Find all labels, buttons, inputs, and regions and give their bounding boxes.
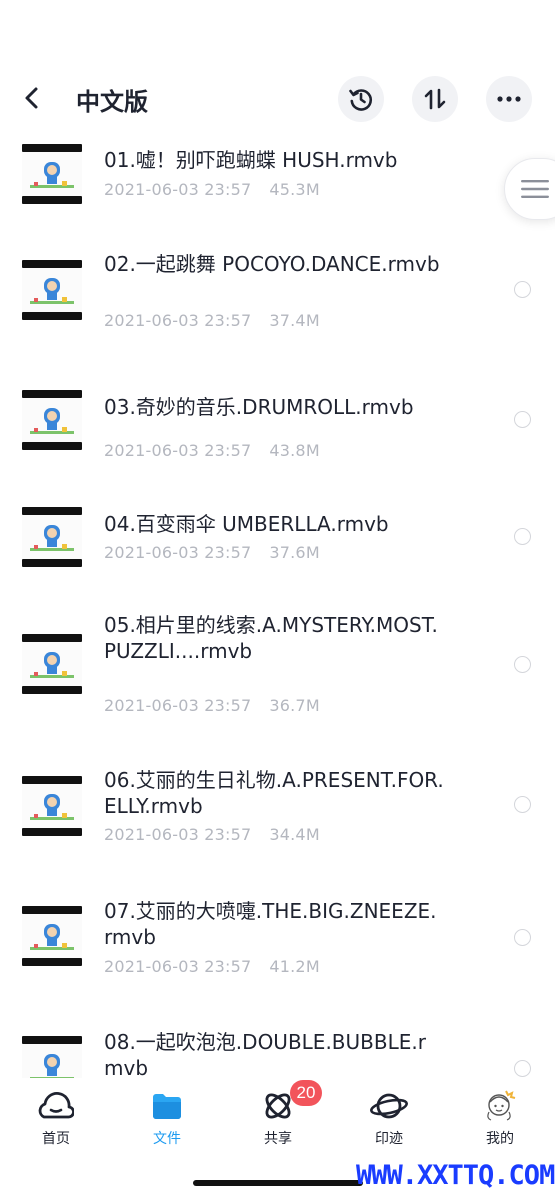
file-size: 34.4M (269, 825, 320, 844)
video-thumbnail (22, 144, 82, 204)
tab-label: 我的 (486, 1131, 514, 1147)
file-meta: 2021-06-03 23:57 34.4M (104, 825, 320, 844)
select-radio[interactable] (514, 411, 531, 428)
file-date: 2021-06-03 23:57 (104, 543, 252, 562)
back-button[interactable] (14, 80, 50, 116)
video-thumbnail (22, 906, 82, 966)
header-bar: 中文版 (0, 70, 555, 126)
file-meta: 2021-06-03 23:57 37.6M (104, 543, 320, 562)
video-thumbnail (22, 776, 82, 836)
file-date: 2021-06-03 23:57 (104, 441, 252, 460)
file-date: 2021-06-03 23:57 (104, 957, 252, 976)
home-indicator (193, 1180, 363, 1186)
menu-lines-icon (521, 180, 549, 198)
file-size: 36.7M (269, 696, 320, 715)
select-radio[interactable] (514, 656, 531, 673)
file-size: 43.8M (269, 441, 320, 460)
list-item[interactable]: 07.艾丽的大喷嚏.THE.BIG.ZNEEZE.rmvb 2021-06-03… (0, 896, 555, 1006)
history-icon (349, 89, 372, 111)
select-radio[interactable] (514, 929, 531, 946)
list-item[interactable]: 01.嘘！别吓跑蝴蝶 HUSH.rmvb 2021-06-03 23:57 45.… (0, 126, 555, 226)
list-item[interactable]: 08.一起吹泡泡.DOUBLE.BUBBLE.rmvb (0, 1028, 555, 1078)
tab-label: 文件 (153, 1131, 181, 1147)
list-item[interactable]: 06.艾丽的生日礼物.A.PRESENT.FOR.ELLY.rmvb 2021-… (0, 762, 555, 872)
page-title: 中文版 (76, 88, 148, 116)
file-date: 2021-06-03 23:57 (104, 311, 252, 330)
file-meta: 2021-06-03 23:57 37.4M (104, 311, 320, 330)
video-thumbnail (22, 390, 82, 450)
tab-me[interactable]: 我的 (460, 1078, 540, 1150)
list-item[interactable]: 05.相片里的线索.A.MYSTERY.MOST.PUZZLI....rmvb … (0, 606, 555, 736)
list-item[interactable]: 04.百变雨伞 UMBERLLA.rmvb 2021-06-03 23:57 37… (0, 491, 555, 601)
file-name: 06.艾丽的生日礼物.A.PRESENT.FOR.ELLY.rmvb (104, 768, 444, 818)
share-count-badge: 20 (290, 1080, 322, 1106)
planet-icon (369, 1088, 409, 1124)
folder-icon (147, 1088, 187, 1124)
home-cloud-icon (36, 1088, 76, 1124)
list-item[interactable]: 03.奇妙的音乐.DRUMROLL.rmvb 2021-06-03 23:57 4… (0, 374, 555, 494)
list-item[interactable]: 02.一起跳舞 POCOYO.DANCE.rmvb 2021-06-03 23:… (0, 244, 555, 364)
file-name: 08.一起吹泡泡.DOUBLE.BUBBLE.rmvb (104, 1030, 426, 1078)
tab-footprint[interactable]: 印迹 (349, 1078, 429, 1150)
file-size: 37.4M (269, 311, 320, 330)
file-meta: 2021-06-03 23:57 36.7M (104, 696, 320, 715)
file-size: 45.3M (269, 180, 320, 199)
video-thumbnail (22, 1036, 82, 1078)
avatar-icon (480, 1088, 520, 1124)
video-thumbnail (22, 260, 82, 320)
file-size: 41.2M (269, 957, 320, 976)
file-date: 2021-06-03 23:57 (104, 825, 252, 844)
tab-label: 印迹 (375, 1131, 403, 1147)
file-meta: 2021-06-03 23:57 45.3M (104, 180, 320, 199)
watermark: WWW.XXTTQ.COM (356, 1160, 555, 1191)
file-name: 01.嘘！别吓跑蝴蝶 HUSH.rmvb (104, 148, 398, 172)
select-radio[interactable] (514, 528, 531, 545)
file-size: 37.6M (269, 543, 320, 562)
chevron-left-icon (25, 87, 38, 109)
file-date: 2021-06-03 23:57 (104, 180, 252, 199)
file-meta: 2021-06-03 23:57 41.2M (104, 957, 320, 976)
select-radio[interactable] (514, 796, 531, 813)
select-radio[interactable] (514, 1060, 531, 1077)
file-date: 2021-06-03 23:57 (104, 696, 252, 715)
history-button[interactable] (338, 76, 384, 122)
tab-files[interactable]: 文件 (127, 1078, 207, 1150)
file-name: 07.艾丽的大喷嚏.THE.BIG.ZNEEZE.rmvb (104, 899, 437, 949)
more-button[interactable] (486, 76, 532, 122)
file-name: 03.奇妙的音乐.DRUMROLL.rmvb (104, 395, 414, 419)
tab-label: 共享 (264, 1131, 292, 1147)
sort-icon (424, 88, 446, 110)
file-name: 02.一起跳舞 POCOYO.DANCE.rmvb (104, 252, 440, 276)
file-meta: 2021-06-03 23:57 43.8M (104, 441, 320, 460)
file-list[interactable]: 01.嘘！别吓跑蝴蝶 HUSH.rmvb 2021-06-03 23:57 45.… (0, 126, 555, 1078)
select-radio[interactable] (514, 281, 531, 298)
file-name: 05.相片里的线索.A.MYSTERY.MOST.PUZZLI....rmvb (104, 613, 438, 663)
video-thumbnail (22, 634, 82, 694)
more-icon (497, 96, 521, 102)
tab-home[interactable]: 首页 (16, 1078, 96, 1150)
video-thumbnail (22, 507, 82, 567)
file-name: 04.百变雨伞 UMBERLLA.rmvb (104, 512, 389, 536)
sort-button[interactable] (412, 76, 458, 122)
tab-label: 首页 (42, 1131, 70, 1147)
